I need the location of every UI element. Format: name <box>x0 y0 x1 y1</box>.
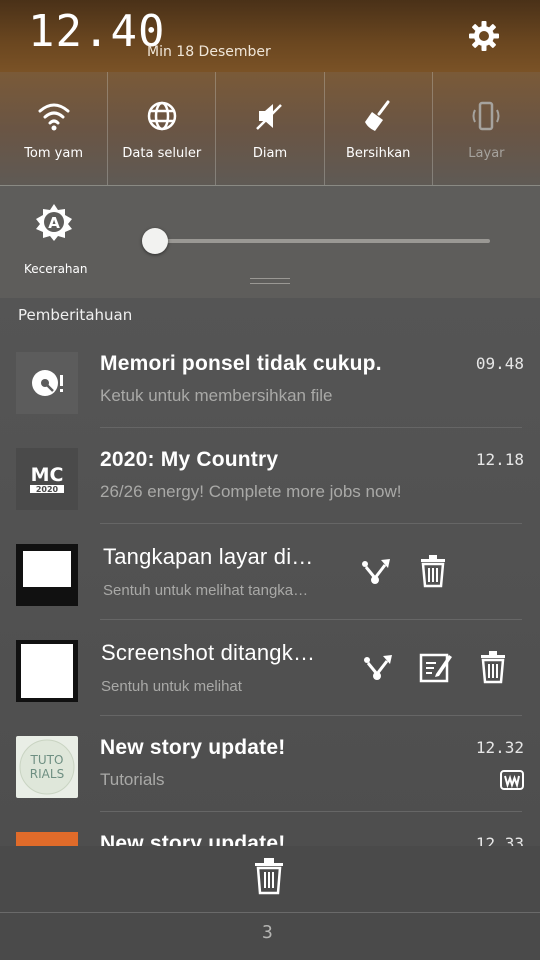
notification-title: New story update! <box>100 832 286 846</box>
notification-subtitle: Ketuk untuk membersihkan file <box>100 386 333 405</box>
settings-gear-icon[interactable] <box>466 18 502 54</box>
toggle-label: Layar <box>468 146 505 161</box>
notification-item[interactable]: Memori ponsel tidak cukup. Ketuk untuk m… <box>0 332 540 428</box>
toggle-silent[interactable]: Diam <box>216 72 325 185</box>
notification-count: 3 <box>262 922 273 943</box>
story-cover-icon <box>16 832 78 846</box>
notification-title: New story update! <box>100 736 286 759</box>
svg-text:MC: MC <box>31 464 64 486</box>
svg-text:A: A <box>48 214 60 232</box>
delete-icon[interactable] <box>414 552 452 590</box>
drag-handle[interactable] <box>250 278 290 284</box>
date-label: Min 18 Desember <box>147 44 271 60</box>
svg-text:RIALS: RIALS <box>30 767 64 781</box>
divider <box>0 912 540 913</box>
wifi-icon <box>38 103 70 131</box>
clear-all-trash-icon[interactable] <box>250 856 288 896</box>
notification-item[interactable]: Tangkapan layar di… Sentuh untuk melihat… <box>0 524 540 620</box>
globe-icon <box>147 101 177 131</box>
notification-panel: Pemberitahuan Memori ponsel tidak cukup.… <box>0 298 540 846</box>
share-icon[interactable] <box>356 552 394 590</box>
toggle-label: Bersihkan <box>346 146 411 161</box>
notification-title: Tangkapan layar di… <box>103 544 314 569</box>
notification-title: Screenshot ditangk… <box>101 640 316 665</box>
notification-title: Memori ponsel tidak cukup. <box>100 352 382 375</box>
notification-item[interactable]: New story update! 12.33 <box>0 812 540 846</box>
broom-icon <box>365 100 390 131</box>
brightness-slider-track[interactable] <box>155 239 490 243</box>
notification-time: 12.18 <box>475 450 524 469</box>
status-header: 12.40 Min 18 Desember <box>0 0 540 72</box>
tutorials-cover-icon: TUTO RIALS <box>16 736 78 798</box>
screenshot-thumbnail-icon <box>16 544 78 606</box>
brightness-slider-thumb[interactable] <box>142 228 168 254</box>
mute-icon <box>256 104 282 130</box>
svg-text:TUTO: TUTO <box>30 753 64 767</box>
notification-subtitle: Tutorials <box>100 770 165 789</box>
brightness-label: Kecerahan <box>24 262 88 276</box>
share-icon[interactable] <box>358 648 396 686</box>
section-title: Pemberitahuan <box>18 306 133 324</box>
toggle-label: Tom yam <box>24 146 83 161</box>
toggle-mobile-data[interactable]: Data seluler <box>108 72 217 185</box>
edit-icon[interactable] <box>416 648 454 686</box>
auto-brightness-icon[interactable]: A <box>34 202 74 242</box>
notification-item[interactable]: TUTO RIALS New story update! Tutorials 1… <box>0 716 540 812</box>
notification-item[interactable]: Screenshot ditangk… Sentuh untuk melihat <box>0 620 540 716</box>
toggle-screen-rotation[interactable]: Layar <box>433 72 540 185</box>
mc2020-app-icon: MC 2020 <box>16 448 78 510</box>
notification-time: 12.32 <box>475 738 524 757</box>
notification-time: 12.33 <box>475 834 524 846</box>
notification-subtitle: 26/26 energy! Complete more jobs now! <box>100 482 402 501</box>
quick-settings-toggles: Tom yam Data seluler Diam Bersihkan Laya… <box>0 72 540 186</box>
screenshot-thumbnail-icon <box>16 640 78 702</box>
notification-title: 2020: My Country <box>100 448 279 471</box>
rotate-icon <box>472 101 500 131</box>
clock: 12.40 <box>28 6 166 57</box>
notification-time: 09.48 <box>475 354 524 373</box>
toggle-label: Data seluler <box>122 146 202 161</box>
wattpad-icon <box>500 770 524 790</box>
storage-warning-icon <box>16 352 78 414</box>
svg-text:2020: 2020 <box>36 485 59 494</box>
delete-icon[interactable] <box>474 648 512 686</box>
notification-subtitle: Sentuh untuk melihat tangka… <box>103 582 309 599</box>
notification-item[interactable]: MC 2020 2020: My Country 26/26 energy! C… <box>0 428 540 524</box>
toggle-label: Diam <box>252 146 288 161</box>
brightness-panel: A <box>0 186 540 298</box>
notification-subtitle: Sentuh untuk melihat <box>101 678 242 695</box>
toggle-clean[interactable]: Bersihkan <box>325 72 433 185</box>
toggle-wifi[interactable]: Tom yam <box>0 72 109 185</box>
